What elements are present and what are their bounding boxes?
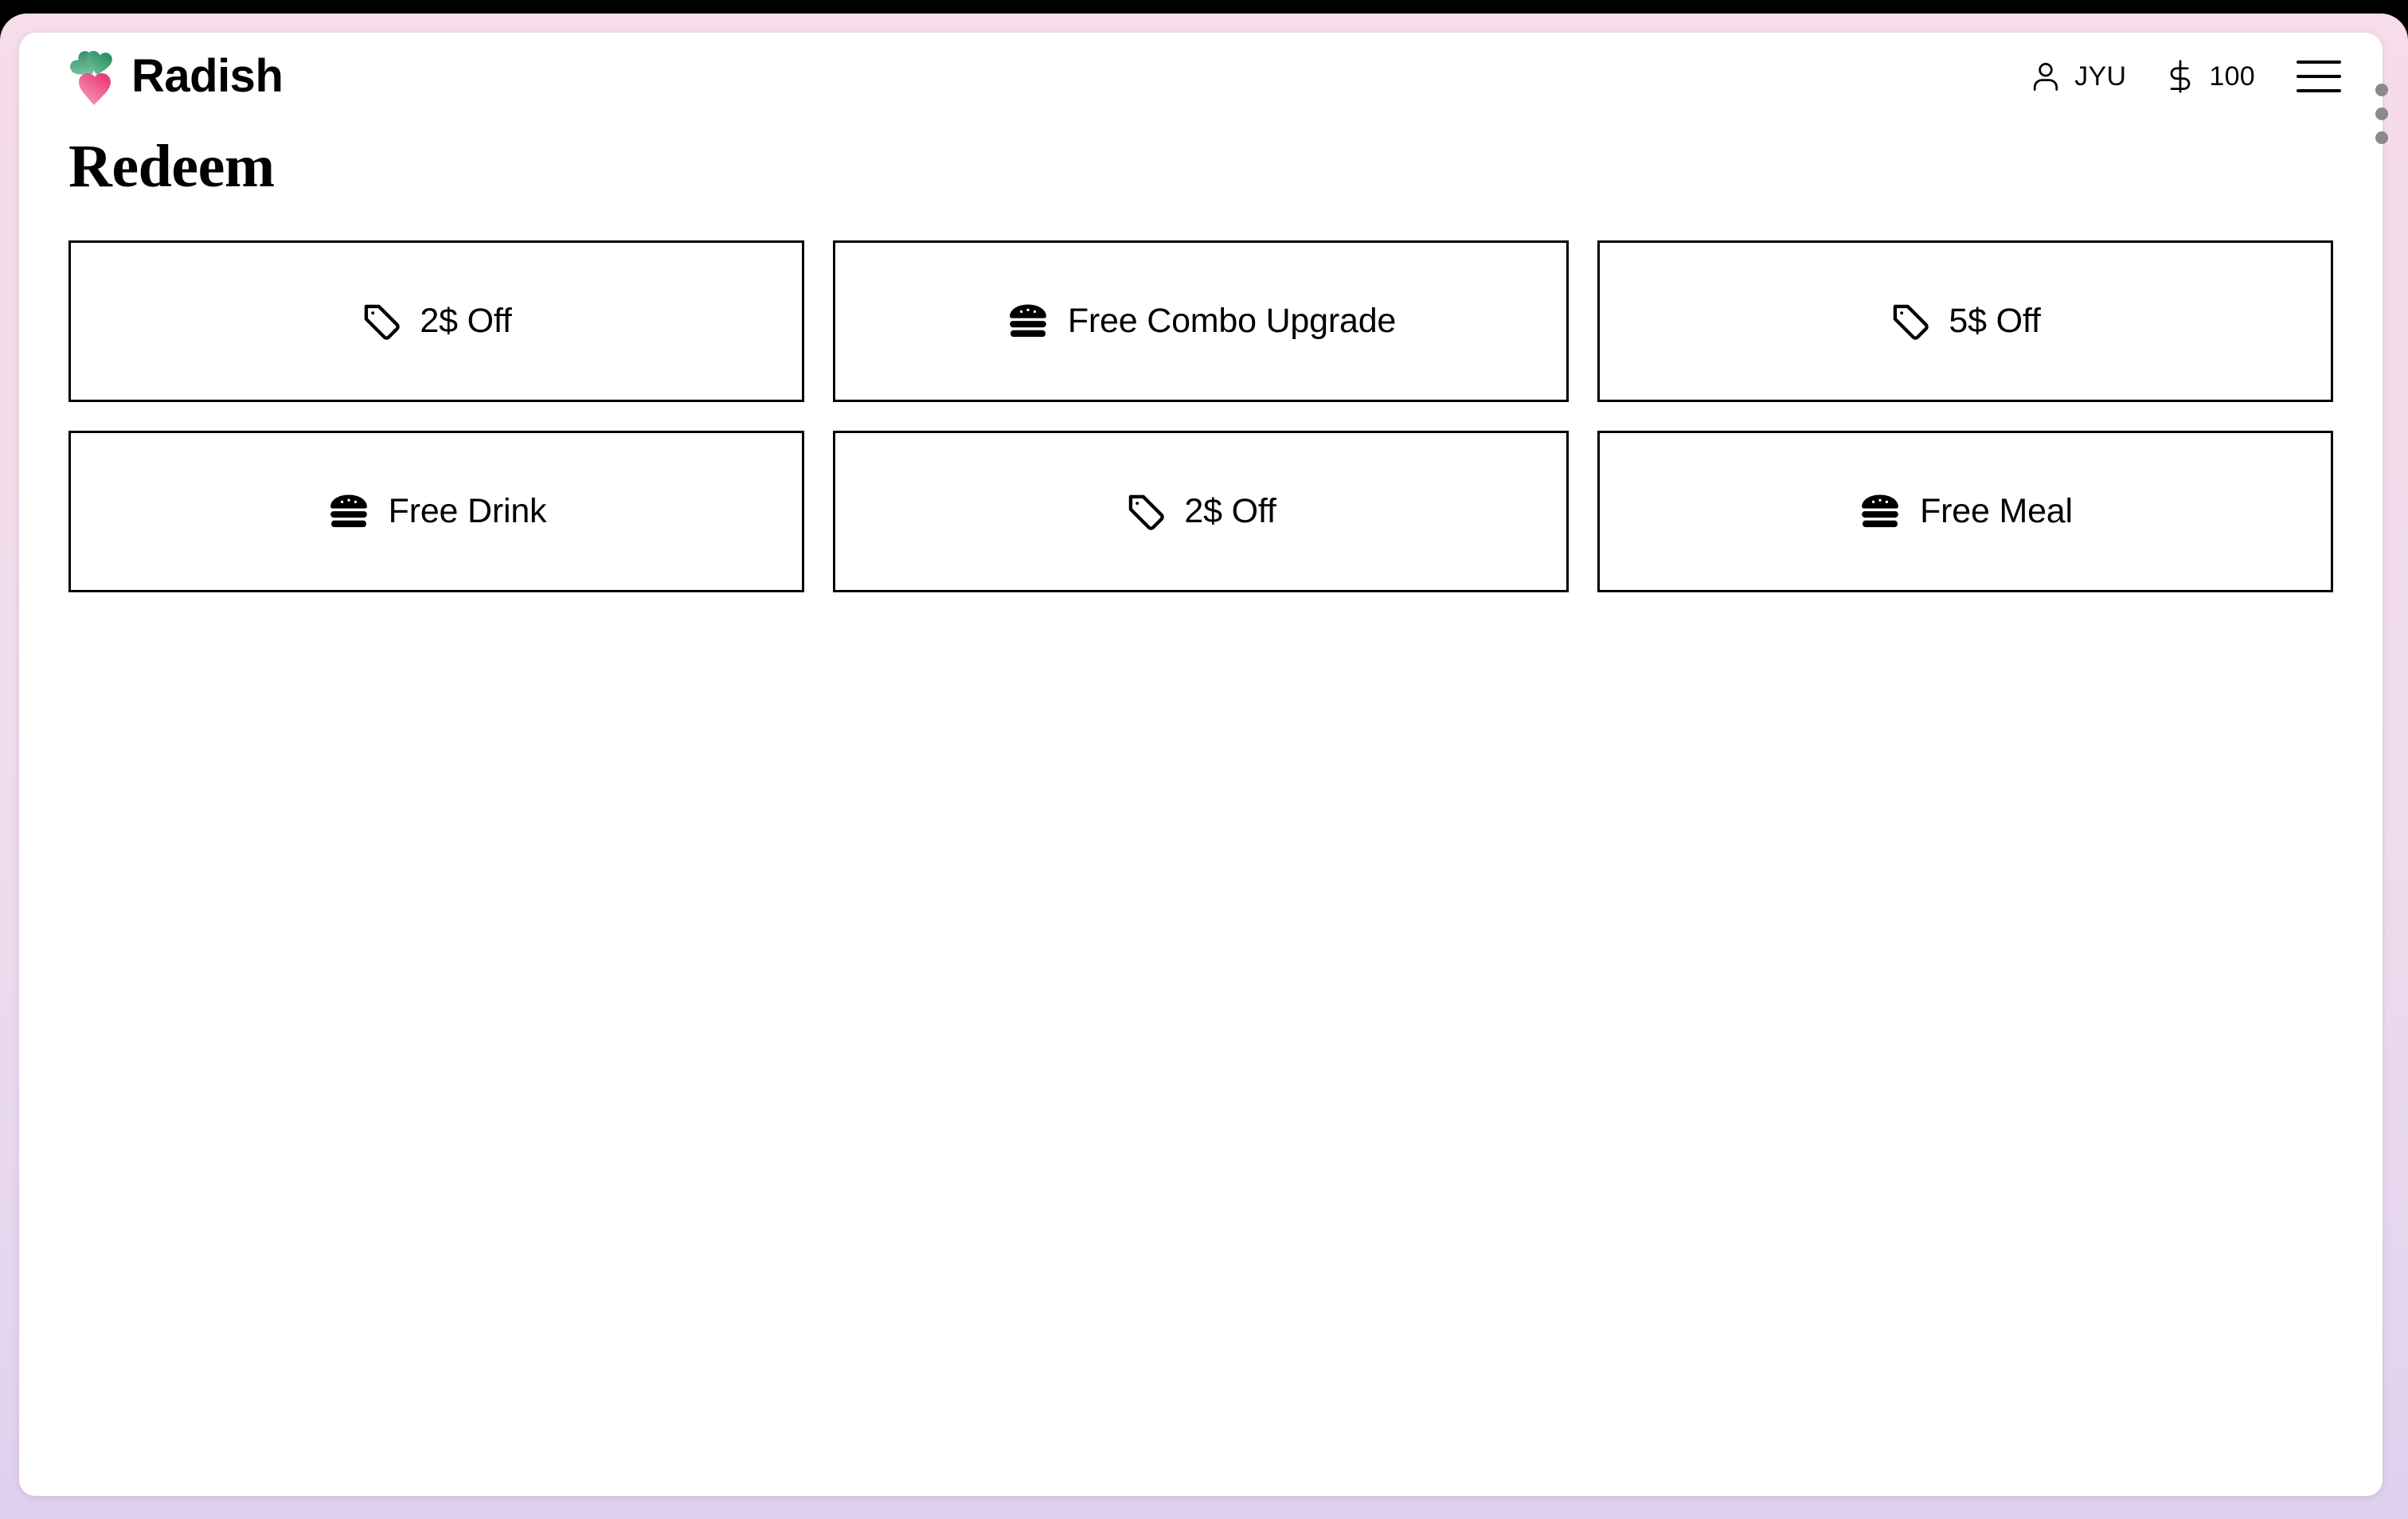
frame-handle-dots[interactable]	[2375, 84, 2388, 144]
reward-card-6[interactable]: Free Meal	[1597, 431, 2333, 592]
dollar-icon	[2170, 60, 2191, 93]
rewards-grid: 2$ Off Free Combo Upgrade 5$ Off Free Dr…	[68, 240, 2333, 592]
user-icon	[2034, 63, 2058, 91]
handle-dot	[2375, 107, 2388, 120]
reward-label: 2$ Off	[420, 302, 512, 340]
reward-card-2[interactable]: Free Combo Upgrade	[833, 240, 1569, 402]
price-tag-icon	[1129, 494, 1165, 530]
header-actions: JYU 100	[2028, 59, 2341, 94]
site-header: Radish JYU 100	[19, 33, 2383, 120]
hamburger-bar	[2297, 89, 2341, 92]
account-button[interactable]: JYU	[2028, 59, 2126, 94]
burger-icon	[1009, 304, 1046, 337]
handle-dot	[2375, 131, 2388, 144]
price-tag-icon	[1894, 304, 1929, 340]
page-title: Redeem	[68, 133, 275, 200]
hamburger-menu-icon[interactable]	[2297, 61, 2341, 92]
reward-label: Free Drink	[388, 492, 547, 530]
brand-name: Radish	[131, 50, 283, 102]
hamburger-bar	[2297, 61, 2341, 64]
reward-label: Free Meal	[1920, 492, 2073, 530]
hamburger-bar	[2297, 75, 2341, 78]
reward-card-1[interactable]: 2$ Off	[68, 240, 804, 402]
radish-logo-icon	[70, 50, 112, 105]
balance-label: 100	[2209, 61, 2255, 92]
account-label: JYU	[2074, 61, 2127, 92]
reward-card-5[interactable]: 2$ Off	[833, 431, 1569, 592]
price-tag-icon	[365, 304, 401, 340]
burger-icon	[330, 494, 367, 527]
burger-icon	[1862, 494, 1898, 527]
reward-label: Free Combo Upgrade	[1067, 302, 1397, 340]
browser-frame: Radish JYU 100 Redeem 2$ Off Free Combo …	[0, 14, 2408, 1519]
handle-dot	[2375, 84, 2388, 96]
reward-label: 2$ Off	[1184, 492, 1276, 530]
page-surface: Radish JYU 100 Redeem 2$ Off Free Combo …	[19, 33, 2383, 1496]
reward-card-3[interactable]: 5$ Off	[1597, 240, 2333, 402]
reward-label: 5$ Off	[1949, 302, 2041, 340]
balance-button[interactable]: 100	[2163, 59, 2255, 94]
brand-logo-link[interactable]: Radish	[68, 48, 283, 105]
reward-card-4[interactable]: Free Drink	[68, 431, 804, 592]
screen: Radish JYU 100 Redeem 2$ Off Free Combo …	[0, 0, 2408, 1519]
